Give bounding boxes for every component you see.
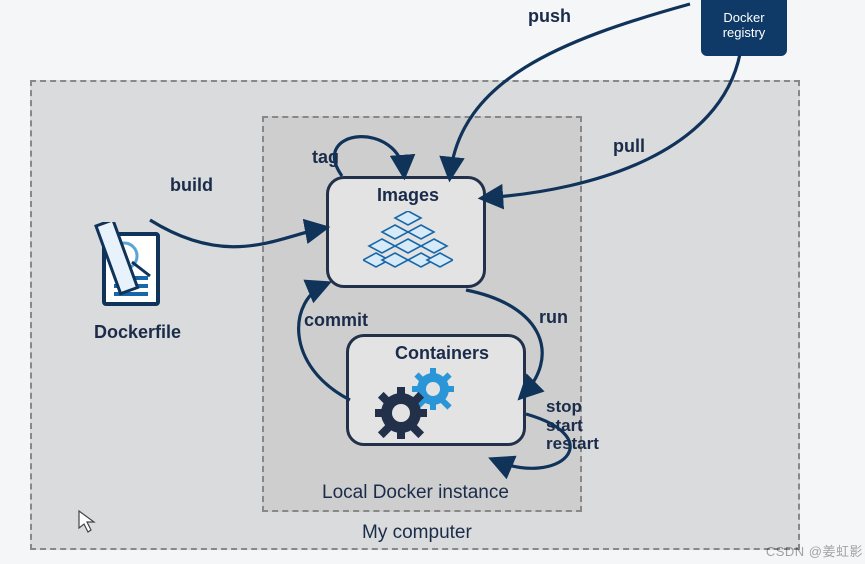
image-stack-icon [363,211,453,267]
watermark: CSDN @姜虹影 [766,541,863,560]
stop-label: stop [546,398,599,417]
images-box: Images [326,176,486,288]
containers-label: Containers [395,343,489,364]
images-label: Images [377,185,439,206]
push-label: push [528,6,571,27]
mouse-cursor-icon [78,510,96,534]
stop-start-restart-label: stop start restart [546,398,599,454]
local-docker-instance-label: Local Docker instance [322,482,509,504]
pull-label: pull [613,136,645,157]
build-label: build [170,175,213,196]
registry-label-line1: Docker [701,10,787,25]
tag-label: tag [312,147,339,168]
commit-label: commit [304,310,368,331]
containers-box: Containers [346,334,526,446]
gear-icon [375,368,454,439]
docker-registry-box: Docker registry [701,0,787,56]
my-computer-label: My computer [362,522,472,544]
my-computer-box: My computer Dockerfile Local Docker inst… [30,80,800,550]
start-label: start [546,417,599,436]
restart-label: restart [546,435,599,454]
run-label: run [539,307,568,328]
dockerfile-icon [94,222,174,312]
dockerfile-label: Dockerfile [94,322,181,343]
registry-label-line2: registry [701,25,787,40]
